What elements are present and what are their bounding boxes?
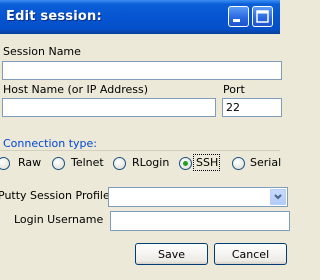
port-input[interactable] [222, 98, 282, 117]
connection-group-border [0, 150, 280, 151]
window-title: Edit session: [6, 9, 102, 24]
radio-raw-circle[interactable] [0, 157, 10, 170]
radio-serial-label[interactable]: Serial [250, 156, 281, 169]
radio-telnet-circle[interactable] [52, 157, 65, 170]
radio-telnet-label[interactable]: Telnet [71, 156, 104, 169]
radio-ssh-circle[interactable] [179, 157, 192, 170]
radio-serial-circle[interactable] [232, 157, 245, 170]
maximize-icon [256, 10, 269, 23]
radio-rlogin-circle[interactable] [113, 157, 126, 170]
title-bar[interactable]: Edit session: [0, 0, 280, 34]
dropdown-arrow-button[interactable] [270, 189, 286, 205]
minimize-icon [233, 19, 240, 22]
minimize-button[interactable] [228, 6, 249, 27]
cancel-button[interactable]: Cancel [214, 243, 287, 265]
radio-rlogin-label[interactable]: RLogin [132, 156, 169, 169]
radio-raw-label[interactable]: Raw [18, 156, 41, 169]
save-button[interactable]: Save [135, 243, 208, 265]
session-name-label: Session Name [3, 45, 81, 58]
putty-profile-select[interactable] [108, 187, 288, 207]
maximize-button[interactable] [252, 6, 273, 27]
login-username-input[interactable] [110, 211, 290, 231]
host-name-label: Host Name (or IP Address) [3, 83, 149, 96]
port-label: Port [223, 83, 245, 96]
session-name-input[interactable] [2, 61, 282, 80]
chevron-down-icon [274, 194, 282, 200]
login-username-label: Login Username [14, 213, 104, 226]
connection-type-label: Connection type: [3, 137, 100, 150]
putty-profile-label: Putty Session Profile [0, 189, 110, 202]
host-name-input[interactable] [2, 98, 216, 117]
radio-ssh-label[interactable]: SSH [196, 156, 218, 169]
